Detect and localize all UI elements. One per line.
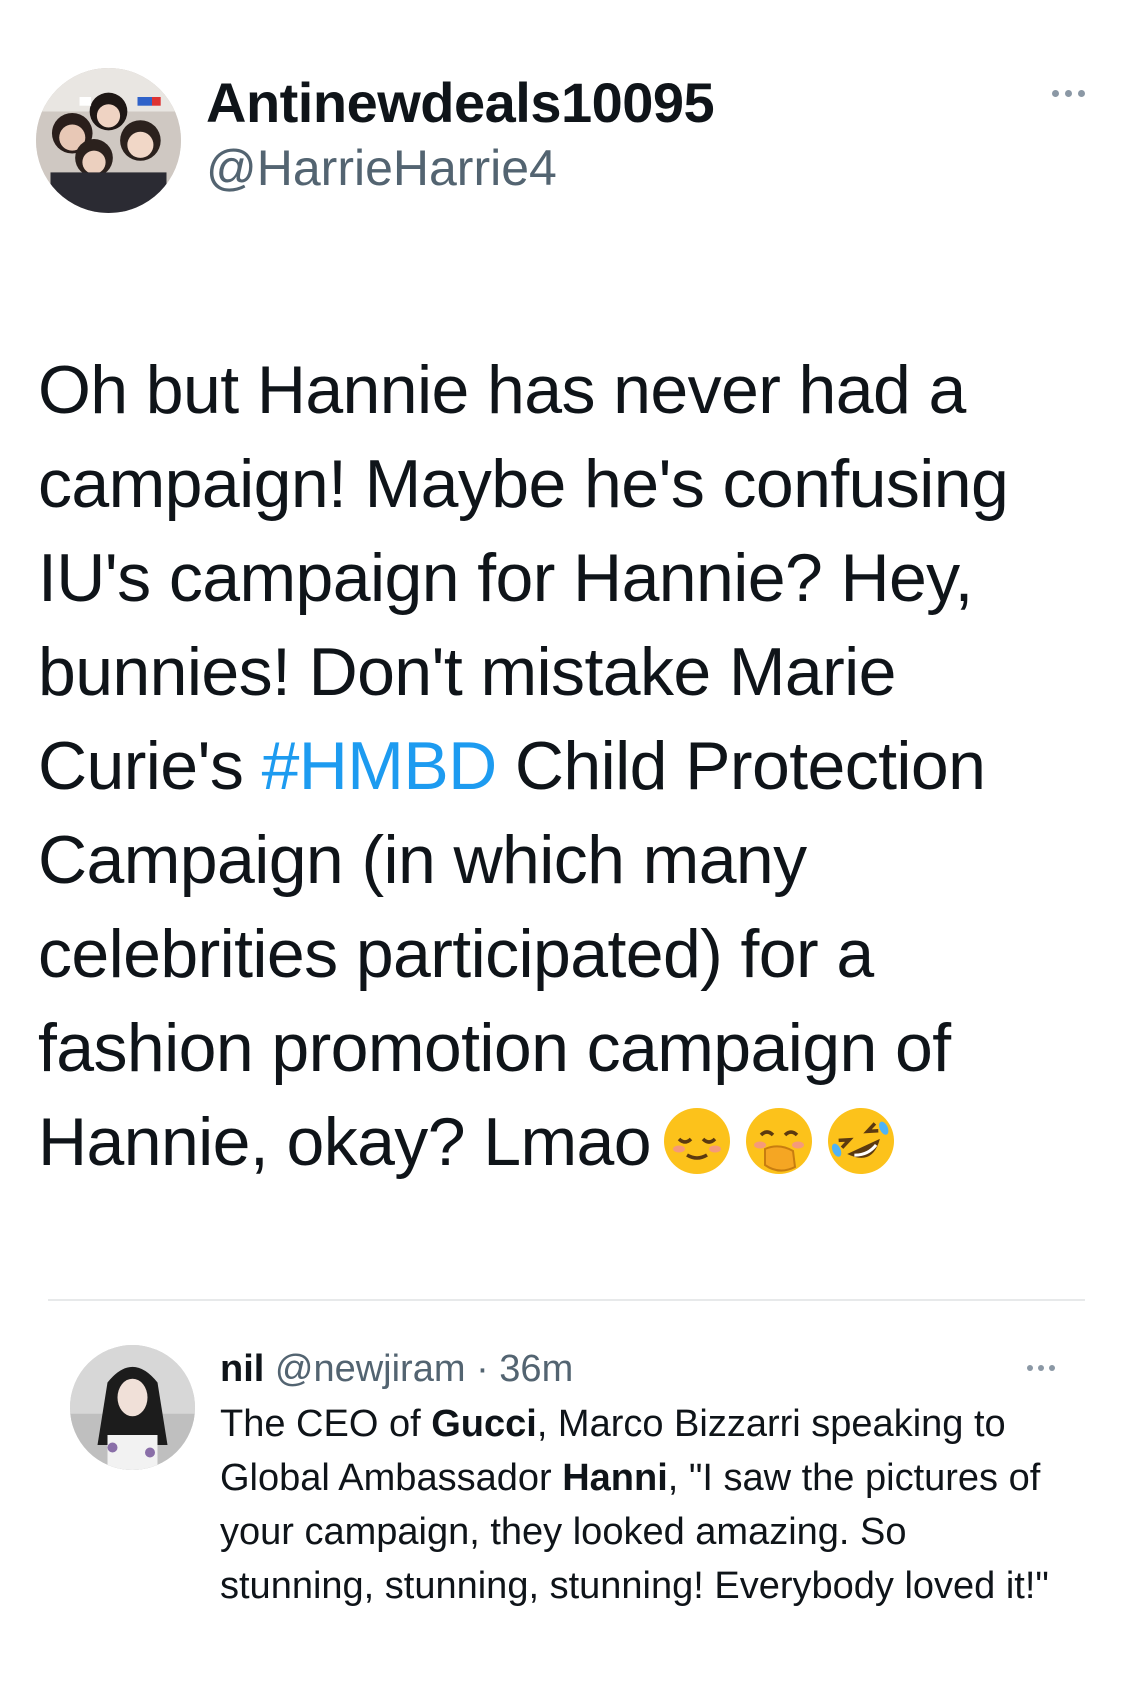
more-dot — [1052, 90, 1059, 97]
more-dot — [1065, 90, 1072, 97]
quoted-author-handle[interactable]: @newjiram — [275, 1348, 466, 1390]
more-dot — [1049, 1365, 1055, 1371]
tweet-header: Antinewdeals10095 @HarrieHarrie4 — [36, 68, 1085, 218]
quoted-author-avatar[interactable] — [70, 1345, 195, 1470]
tweet-body: Oh but Hannie has never had a campaign! … — [38, 343, 1098, 1189]
hashtag-link[interactable]: #HMBD — [262, 728, 498, 804]
quoted-text-bold: Gucci — [431, 1403, 537, 1445]
quoted-separator: · — [476, 1348, 489, 1390]
quoted-more-options-icon[interactable] — [1027, 1365, 1055, 1371]
more-dot — [1038, 1365, 1044, 1371]
avatar-photo-icon — [70, 1345, 195, 1470]
more-dot — [1078, 90, 1085, 97]
more-options-icon[interactable] — [1052, 90, 1085, 97]
quoted-text-part: The CEO of — [220, 1403, 432, 1445]
author-avatar[interactable] — [36, 68, 181, 213]
author-display-name[interactable]: Antinewdeals10095 — [206, 68, 715, 138]
relieved-face-icon — [661, 1105, 733, 1177]
avatar-group-photo-icon — [36, 68, 181, 213]
quoted-text: The CEO of Gucci, Marco Bizzarri speakin… — [220, 1397, 1070, 1613]
quoted-header: nil @newjiram · 36m — [220, 1345, 573, 1393]
author-handle[interactable]: @HarrieHarrie4 — [206, 140, 714, 196]
rolling-on-floor-laughing-icon — [825, 1105, 897, 1177]
more-dot — [1027, 1365, 1033, 1371]
quoted-author-name[interactable]: nil — [220, 1348, 264, 1390]
divider — [48, 1299, 1085, 1301]
face-with-hand-over-mouth-icon — [743, 1105, 815, 1177]
quoted-text-bold: Hanni — [562, 1457, 668, 1499]
quoted-timestamp[interactable]: 36m — [499, 1348, 573, 1390]
